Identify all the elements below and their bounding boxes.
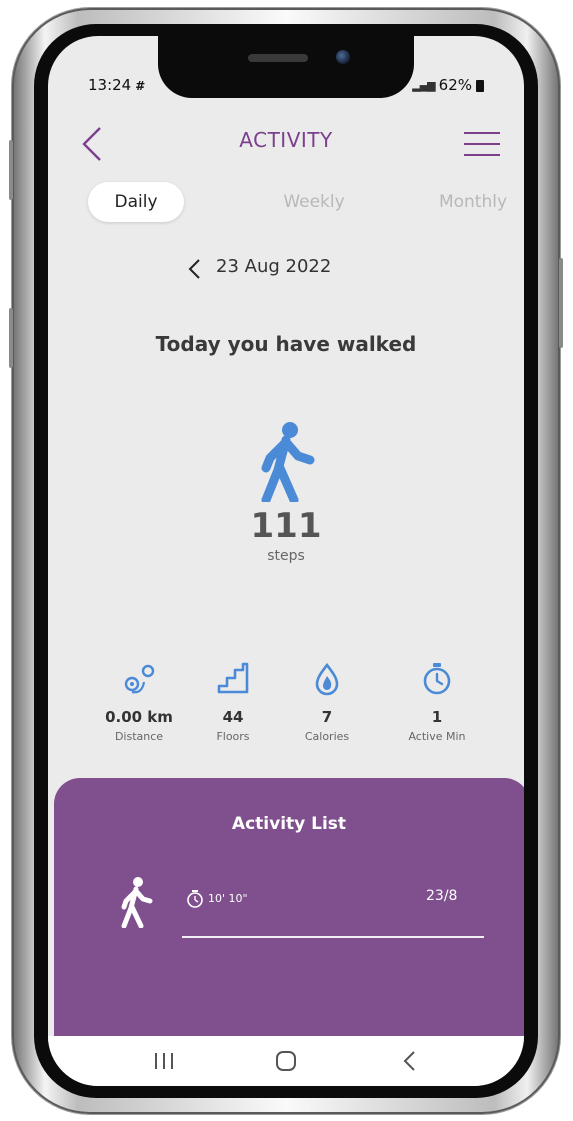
notch [158, 36, 414, 98]
activity-list-title: Activity List [231, 814, 347, 834]
chevron-left-icon [403, 1051, 415, 1071]
signal-icon: ▂▄▆ [412, 78, 435, 92]
activity-duration: 10' 10" [208, 892, 248, 905]
stat-calories-label: Calories [304, 730, 350, 743]
battery-percent: 62% [438, 76, 472, 94]
back-nav-button[interactable] [390, 1044, 430, 1078]
previous-date-button[interactable] [184, 256, 206, 282]
activity-list-card: Activity List 10' 10" 23/8 [54, 778, 524, 1078]
summary-headline: Today you have walked [155, 332, 417, 356]
home-icon [276, 1051, 296, 1071]
home-button[interactable] [266, 1044, 306, 1078]
front-camera [336, 50, 350, 64]
phone-frame: 13:24 # ▂▄▆ 62% ACTIVITY Daily Weekly Mon… [9, 8, 563, 1114]
walker-icon [121, 877, 153, 928]
status-time: 13:24 # [88, 76, 145, 94]
activity-divider [182, 936, 484, 938]
distance-pin-icon [124, 664, 155, 694]
chevron-left-icon [188, 259, 200, 279]
tab-weekly[interactable]: Weekly [254, 182, 374, 222]
stopwatch-icon [423, 663, 451, 695]
stat-active-min: 1 Active Min [382, 662, 492, 743]
tab-daily[interactable]: Daily [88, 182, 184, 222]
stopwatch-icon [187, 890, 203, 908]
screen: 13:24 # ▂▄▆ 62% ACTIVITY Daily Weekly Mon… [48, 36, 524, 1086]
period-tabs: Daily Weekly Monthly [88, 182, 508, 222]
stairs-icon [217, 662, 249, 694]
status-time-text: 13:24 [88, 76, 132, 94]
volume-up-button [9, 140, 13, 200]
recent-apps-icon [155, 1053, 173, 1069]
stat-calories-value: 7 [321, 708, 333, 726]
stat-active-min-label: Active Min [408, 730, 466, 743]
power-button [559, 258, 563, 348]
menu-button[interactable] [464, 130, 502, 158]
activity-date: 23/8 [426, 888, 458, 904]
steps-unit: steps [267, 548, 305, 564]
volume-down-button [9, 308, 13, 368]
stats-row: 0.00 km Distance 44 Floors 7 Calories 1 … [48, 662, 524, 762]
system-nav-bar [48, 1036, 524, 1086]
grid-icon: # [135, 79, 146, 93]
stat-active-min-value: 1 [431, 708, 443, 726]
hamburger-icon [464, 132, 500, 134]
recent-apps-button[interactable] [144, 1044, 184, 1078]
status-right: ▂▄▆ 62% [412, 76, 484, 94]
stat-calories: 7 Calories [272, 662, 382, 743]
walker-icon [261, 422, 315, 502]
page-title: ACTIVITY [239, 128, 333, 152]
current-date: 23 Aug 2022 [216, 256, 332, 277]
battery-icon [476, 80, 484, 92]
date-selector: 23 Aug 2022 [48, 254, 524, 284]
speaker-grille [248, 54, 308, 62]
tab-monthly[interactable]: Monthly [418, 182, 524, 222]
phone-bezel: 13:24 # ▂▄▆ 62% ACTIVITY Daily Weekly Mon… [34, 24, 538, 1098]
steps-count: 111 [250, 506, 322, 546]
flame-icon [315, 662, 339, 696]
